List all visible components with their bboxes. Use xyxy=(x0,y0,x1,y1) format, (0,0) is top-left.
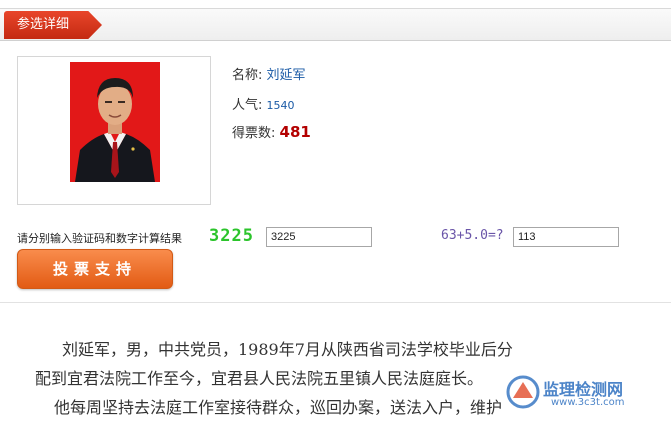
popularity-label: 人气: xyxy=(232,98,263,113)
votes-row: 得票数: 481 xyxy=(232,122,311,141)
bio-line: 刘延军，男，中共党员，1989年7月从陕西省司法学校毕业后分 xyxy=(62,340,513,359)
candidate-name: 刘延军 xyxy=(266,68,306,83)
divider xyxy=(0,302,671,303)
watermark-url: www.3c3t.com xyxy=(551,397,625,408)
votes-count: 481 xyxy=(279,123,311,141)
popularity-row: 人气: 1540 xyxy=(232,94,295,113)
popularity-value: 1540 xyxy=(266,99,295,112)
name-label: 名称: xyxy=(232,68,263,83)
site-watermark: 监理检测网 www.3c3t.com xyxy=(505,370,665,414)
vote-support-button[interactable]: 投票支持 xyxy=(17,249,173,289)
candidate-photo xyxy=(70,62,160,182)
votes-label: 得票数: xyxy=(232,126,276,141)
captcha-instruction: 请分别输入验证码和数字计算结果 xyxy=(17,232,182,245)
watermark-logo-icon xyxy=(506,375,540,409)
captcha-input[interactable] xyxy=(266,227,372,247)
math-answer-input[interactable] xyxy=(513,227,619,247)
tab-candidate-detail[interactable]: 参选详细 xyxy=(4,11,102,39)
name-row: 名称: 刘延军 xyxy=(232,64,306,83)
captcha-image: 3225 xyxy=(209,226,254,246)
math-question: 63+5.0=? xyxy=(441,228,504,243)
